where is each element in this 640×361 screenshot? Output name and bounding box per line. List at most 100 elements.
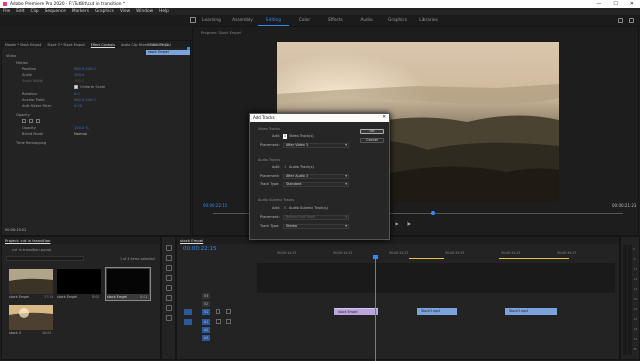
ec-blend-value[interactable]: Normal (74, 132, 87, 136)
track-select-tool-icon[interactable] (166, 255, 172, 261)
project-thumb-1[interactable] (9, 269, 53, 294)
menu-graphics[interactable]: Graphics (95, 9, 114, 14)
track-a1-label[interactable]: A1 (202, 319, 210, 325)
program-tab[interactable]: Program: Stock Empel (201, 31, 241, 35)
menu-sequence[interactable]: Sequence (45, 9, 66, 14)
track-a2-label[interactable]: A2 (202, 327, 210, 333)
dialog-close-icon[interactable]: ✕ (382, 114, 386, 122)
ec-opacity-value[interactable]: 100.0 % (74, 126, 89, 130)
ec-playhead[interactable] (187, 47, 190, 50)
cancel-button[interactable]: Cancel (360, 138, 384, 143)
video-add-count[interactable]: 1 (283, 134, 287, 139)
eye-icon[interactable] (226, 309, 231, 314)
ec-time-remapping[interactable]: Time Remapping (16, 141, 46, 145)
mute-icon[interactable] (216, 319, 221, 324)
workspace-libraries[interactable]: Libraries (413, 15, 444, 26)
lock-icon[interactable] (216, 309, 220, 314)
slip-tool-icon[interactable] (166, 285, 172, 291)
menu-view[interactable]: View (120, 9, 130, 14)
project-thumb-4[interactable] (9, 305, 53, 330)
audio-type-select[interactable]: Standard (283, 182, 349, 187)
solo-icon[interactable] (226, 319, 231, 324)
submix-placement-label: Placement: (260, 215, 280, 219)
tab-sequence[interactable]: stock Empel (180, 238, 203, 243)
workspace-effects[interactable]: Effects (320, 15, 351, 26)
workspace-learning[interactable]: Learning (196, 15, 227, 26)
pen-tool-icon[interactable] (166, 295, 172, 301)
ok-button[interactable]: OK (360, 129, 384, 134)
uniform-scale-checkbox[interactable] (74, 85, 78, 89)
ec-position-value[interactable]: 960.0 540.0 (74, 67, 96, 71)
program-timecode[interactable]: 00:00:22:15 (203, 203, 227, 208)
close-button[interactable]: ✕ (630, 1, 634, 7)
mask-pen-icon[interactable] (36, 119, 40, 123)
track-a3-label[interactable]: A3 (202, 335, 210, 341)
tab-effect-controls[interactable]: Effect Controls (91, 43, 115, 47)
menu-clip[interactable]: Clip (31, 9, 39, 14)
menu-edit[interactable]: Edit (16, 9, 24, 14)
minimize-button[interactable]: — (596, 1, 601, 7)
source-patch-a1[interactable] (184, 319, 192, 325)
menu-markers[interactable]: Markers (72, 9, 89, 14)
menu-window[interactable]: Window (136, 9, 153, 14)
submix-placement-select[interactable]: Before First Track (283, 215, 349, 220)
project-item-4-name: stock 4 (9, 331, 21, 335)
timeline-timecode[interactable]: 00:00:22:15 (183, 246, 217, 252)
ec-anchor-value[interactable]: 960.0 540.0 (74, 98, 96, 102)
submix-add-count[interactable]: 0 (284, 206, 286, 211)
workspace-editing[interactable]: Editing (258, 15, 289, 26)
selection-tool-icon[interactable] (166, 245, 172, 251)
search-icon[interactable] (629, 18, 634, 23)
mask-ellipse-icon[interactable] (22, 119, 26, 123)
work-area-bar[interactable] (409, 258, 444, 259)
project-item-3-selected[interactable]: stock Empel 8:01 (105, 267, 151, 301)
video-placement-select[interactable]: After Video 3 (283, 143, 349, 148)
type-tool-icon[interactable] (166, 315, 172, 321)
mask-rect-icon[interactable] (29, 119, 33, 123)
audio-add-count[interactable]: 1 (284, 165, 286, 170)
tab-stock3[interactable]: Stock 3 * Stock Emps4 (47, 43, 84, 47)
menu-file[interactable]: File (3, 9, 10, 14)
ec-clip-bar[interactable]: stock Empel (146, 50, 190, 55)
play-icon[interactable]: ▶ (395, 221, 398, 226)
ec-rotation-value[interactable]: 0.0 (74, 92, 80, 96)
track-v2-label[interactable]: V2 (202, 301, 210, 307)
ec-video-heading: Video (6, 54, 17, 58)
ec-motion[interactable]: Motion (16, 61, 28, 65)
timeline-clip[interactable]: stock Empel (334, 308, 378, 315)
submix-add-label: Add: (272, 206, 280, 210)
workspace-color[interactable]: Color (289, 15, 320, 26)
share-icon[interactable] (618, 18, 623, 23)
audio-placement-select[interactable]: After Audio 3 (283, 174, 349, 179)
ec-antiflicker-value[interactable]: 0.00 (74, 104, 82, 108)
maximize-button[interactable]: ☐ (613, 1, 617, 7)
menu-help[interactable]: Help (159, 9, 169, 14)
work-area-bar[interactable] (499, 258, 569, 259)
razor-tool-icon[interactable] (166, 275, 172, 281)
hand-tool-icon[interactable] (166, 305, 172, 311)
track-v1-label[interactable]: V1 (202, 309, 210, 315)
step-forward-icon[interactable]: |▶ (407, 221, 411, 226)
workspace-assembly[interactable]: Assembly (227, 15, 258, 26)
submix-type-select[interactable]: Stereo (283, 224, 349, 229)
ec-opacity-heading[interactable]: Opacity (16, 113, 30, 117)
workspace-audio[interactable]: Audio (351, 15, 382, 26)
timeline-ruler[interactable]: 00:00:14:23 00:00:19:23 00:00:24:23 00:0… (257, 251, 621, 260)
submix-add-text: Audio Submix Track(s) (289, 206, 329, 210)
timeline-playhead[interactable] (375, 257, 376, 361)
ec-scale-value[interactable]: 100.0 (74, 73, 84, 77)
track-v3-label[interactable]: V3 (202, 293, 210, 299)
playhead-handle[interactable] (373, 255, 378, 259)
workspace-graphics[interactable]: Graphics (382, 15, 413, 26)
project-search-input[interactable] (6, 256, 84, 261)
project-thumb-2[interactable] (57, 269, 101, 294)
home-icon[interactable] (190, 17, 196, 23)
timeline-clip[interactable]: Stock3.mp4 (417, 308, 457, 315)
program-playhead[interactable] (431, 211, 435, 215)
tools-panel (161, 236, 176, 360)
source-patch-v1[interactable] (184, 309, 192, 315)
ripple-edit-tool-icon[interactable] (166, 265, 172, 271)
timeline-clip[interactable]: Stock3.mp4 (505, 308, 557, 315)
tab-project[interactable]: Project: cut in transition (5, 238, 50, 243)
tab-source[interactable]: Master * Stock Emps4 (5, 43, 41, 47)
